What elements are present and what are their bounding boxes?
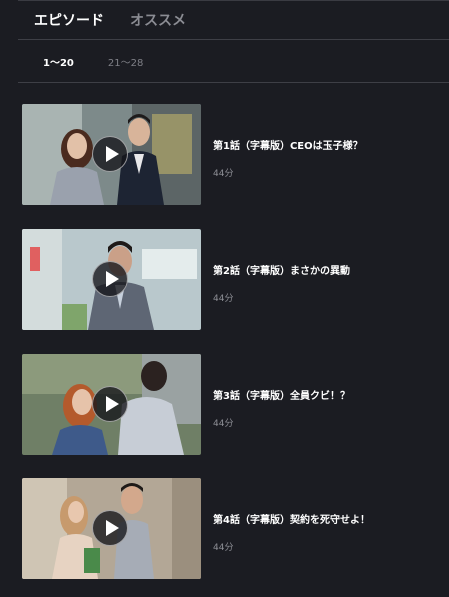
episode-item[interactable]: 第2話（字幕版）まさかの異動 44分	[22, 229, 449, 330]
play-icon[interactable]	[92, 510, 128, 546]
range-1-20[interactable]: 1〜20	[43, 54, 74, 69]
range-21-28[interactable]: 21〜28	[108, 54, 143, 69]
episode-thumbnail[interactable]	[22, 478, 201, 579]
episode-item[interactable]: 第1話（字幕版）CEOは玉子様？ 44分	[22, 104, 449, 205]
episode-duration: 44分	[213, 419, 234, 429]
content-tabs: エピソード オススメ	[18, 1, 449, 40]
episode-thumbnail[interactable]	[22, 104, 201, 205]
episode-thumbnail[interactable]	[22, 229, 201, 330]
episode-title[interactable]: 第2話（字幕版）まさかの異動	[213, 262, 350, 277]
episode-range-selector: 1〜20 21〜28	[18, 40, 449, 83]
episode-title[interactable]: 第3話（字幕版）全員クビ！？	[213, 387, 350, 402]
tab-recommended[interactable]: オススメ	[130, 10, 186, 30]
tab-episodes[interactable]: エピソード	[34, 10, 104, 30]
episode-item[interactable]: 第3話（字幕版）全員クビ！？ 44分	[22, 354, 449, 455]
episode-item[interactable]: 第4話（字幕版）契約を死守せよ！ 44分	[22, 478, 449, 579]
episode-duration: 44分	[213, 543, 234, 553]
play-icon[interactable]	[92, 261, 128, 297]
episode-duration: 44分	[213, 169, 234, 179]
episode-duration: 44分	[213, 294, 234, 304]
episode-title[interactable]: 第4話（字幕版）契約を死守せよ！	[213, 511, 370, 526]
play-icon[interactable]	[92, 386, 128, 422]
episode-title[interactable]: 第1話（字幕版）CEOは玉子様？	[213, 137, 363, 152]
play-icon[interactable]	[92, 136, 128, 172]
episode-thumbnail[interactable]	[22, 354, 201, 455]
